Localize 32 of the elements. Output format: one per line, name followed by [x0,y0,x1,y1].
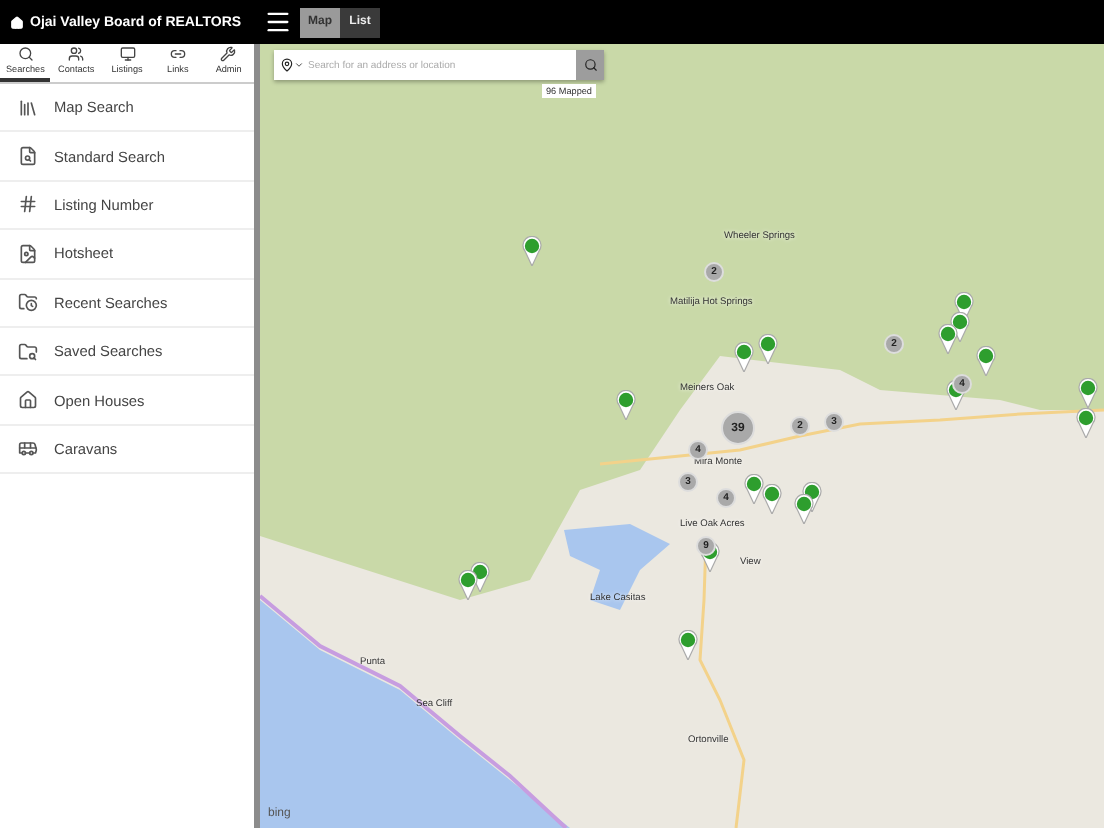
search-button[interactable] [576,50,604,80]
map-pin-icon[interactable] [938,324,958,354]
menu-item-icon [18,341,38,362]
caret-icon[interactable] [294,60,304,70]
tab-icon [68,46,85,62]
map-pin-icon[interactable] [1076,408,1096,438]
tab-icon [119,46,136,62]
map-pin-icon[interactable] [744,474,764,504]
menu-item-icon [18,390,38,411]
map-pin-icon[interactable] [616,390,636,420]
map-pin-icon[interactable] [794,494,814,524]
map-pin-icon[interactable] [762,484,782,514]
map-pin-icon[interactable] [734,342,754,372]
map-pin-icon[interactable] [976,346,996,376]
map-pin-icon[interactable] [1078,378,1098,408]
menu-item-icon [18,194,38,215]
map-pin-icon[interactable] [522,236,542,266]
map-pin-icon[interactable] [458,570,478,600]
menu-item-icon [18,146,38,167]
menu-icon[interactable] [264,8,292,36]
tab-icon [17,46,34,62]
search-icon [583,58,597,72]
menu-item-icon [18,438,38,459]
menu-item-icon [18,97,38,118]
map-pin-icon[interactable] [758,334,778,364]
map-pin-icon[interactable] [678,630,698,660]
menu-item-icon [18,243,38,264]
tab-icon [220,46,237,62]
menu-item-icon [18,292,38,313]
pin-icon[interactable] [280,58,294,72]
tab-icon [169,46,186,62]
home-icon [10,15,24,29]
